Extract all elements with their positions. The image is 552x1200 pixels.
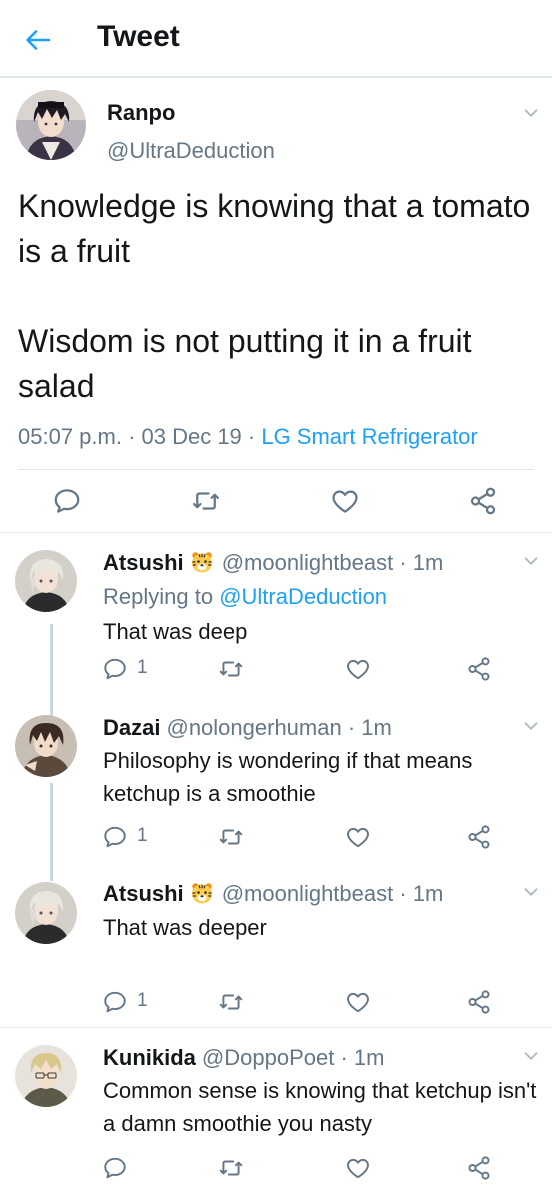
tweet-source-link[interactable]: LG Smart Refrigerator <box>261 424 477 449</box>
chevron-down-icon[interactable] <box>520 550 542 572</box>
share-icon[interactable] <box>466 989 492 1015</box>
replying-to-link[interactable]: @UltraDeduction <box>219 584 387 609</box>
share-icon[interactable] <box>466 1155 492 1181</box>
author-name[interactable]: Dazai <box>103 715 160 740</box>
retweet-icon[interactable] <box>191 486 221 516</box>
author-handle[interactable]: @moonlightbeast · 1m <box>222 881 444 906</box>
divider <box>0 1027 552 1028</box>
reply-icon[interactable] <box>102 824 128 850</box>
tiger-emoji-icon <box>190 881 214 905</box>
tiger-emoji-icon <box>190 550 214 574</box>
reply-count: 1 <box>137 825 148 846</box>
chevron-down-icon[interactable] <box>520 881 542 903</box>
reply-tweet[interactable]: Dazai @nolongerhuman · 1m Philosophy is w… <box>0 700 552 860</box>
reply-icon[interactable] <box>52 486 82 516</box>
reply-tweet[interactable]: Atsushi @moonlightbeast · 1m That was dee… <box>0 865 552 1025</box>
author-name[interactable]: Kunikida <box>103 1045 196 1070</box>
main-tweet-actions <box>0 484 552 520</box>
reply-icon[interactable] <box>102 1155 128 1181</box>
reply-header: Atsushi @moonlightbeast · 1m <box>103 881 443 907</box>
share-icon[interactable] <box>466 824 492 850</box>
tweet-text-line-2: Wisdom is not putting it in a fruit sala… <box>18 323 472 404</box>
reply-header: Kunikida @DoppoPoet · 1m <box>103 1045 384 1071</box>
retweet-icon[interactable] <box>218 1155 244 1181</box>
top-bar: Tweet <box>0 0 552 78</box>
page-title: Tweet <box>97 20 180 53</box>
author-handle[interactable]: @moonlightbeast · 1m <box>222 550 444 575</box>
reply-count: 1 <box>137 657 148 678</box>
retweet-icon[interactable] <box>218 824 244 850</box>
author-handle[interactable]: @DoppoPoet · 1m <box>202 1045 385 1070</box>
reply-tweet[interactable]: Kunikida @DoppoPoet · 1m Common sense is … <box>0 1030 552 1198</box>
chevron-down-icon[interactable] <box>520 1045 542 1067</box>
author-handle[interactable]: @UltraDeduction <box>107 138 275 164</box>
reply-text: Common sense is knowing that ketchup isn… <box>103 1078 537 1136</box>
tweet-text: Knowledge is knowing that a tomato is a … <box>18 184 538 409</box>
back-arrow-icon[interactable] <box>22 24 54 56</box>
author-name[interactable]: Atsushi <box>103 550 184 575</box>
replying-to: Replying to @UltraDeduction <box>103 580 543 613</box>
tweet-text-line-1: Knowledge is knowing that a tomato is a … <box>18 188 531 269</box>
tweet-timestamp: 05:07 p.m. · 03 Dec 19 · <box>18 424 262 449</box>
share-icon[interactable] <box>468 486 498 516</box>
chevron-down-icon[interactable] <box>520 102 542 124</box>
reply-actions <box>0 1155 552 1185</box>
like-icon[interactable] <box>345 1155 371 1181</box>
reply-count: 1 <box>137 990 148 1011</box>
reply-text: That was deep <box>103 619 248 644</box>
tweet-meta: 05:07 p.m. · 03 Dec 19 · LG Smart Refrig… <box>18 424 478 450</box>
retweet-icon[interactable] <box>218 656 244 682</box>
reply-icon[interactable] <box>102 989 128 1015</box>
replying-prefix: Replying to <box>103 584 220 609</box>
like-icon[interactable] <box>345 656 371 682</box>
avatar[interactable] <box>15 550 77 612</box>
reply-tweet[interactable]: Atsushi @moonlightbeast · 1m Replying to … <box>0 532 552 690</box>
author-handle[interactable]: @nolongerhuman · 1m <box>166 715 391 740</box>
reply-actions: 1 <box>0 989 552 1019</box>
main-tweet: Ranpo @UltraDeduction Knowledge is knowi… <box>0 78 552 533</box>
like-icon[interactable] <box>345 989 371 1015</box>
retweet-icon[interactable] <box>218 989 244 1015</box>
reply-actions: 1 <box>0 824 552 854</box>
reply-text: Philosophy is wondering if that means ke… <box>103 748 473 806</box>
avatar[interactable] <box>16 90 86 160</box>
author-name[interactable]: Atsushi <box>103 881 184 906</box>
reply-actions: 1 <box>0 656 552 686</box>
avatar[interactable] <box>15 882 77 944</box>
author-name[interactable]: Ranpo <box>107 100 175 126</box>
reply-icon[interactable] <box>102 656 128 682</box>
like-icon[interactable] <box>330 486 360 516</box>
reply-header: Dazai @nolongerhuman · 1m <box>103 715 392 741</box>
divider <box>18 469 534 470</box>
share-icon[interactable] <box>466 656 492 682</box>
chevron-down-icon[interactable] <box>520 715 542 737</box>
reply-header: Atsushi @moonlightbeast · 1m <box>103 550 443 576</box>
avatar[interactable] <box>15 1045 77 1107</box>
like-icon[interactable] <box>345 824 371 850</box>
reply-text: That was deeper <box>103 915 267 940</box>
avatar[interactable] <box>15 715 77 777</box>
